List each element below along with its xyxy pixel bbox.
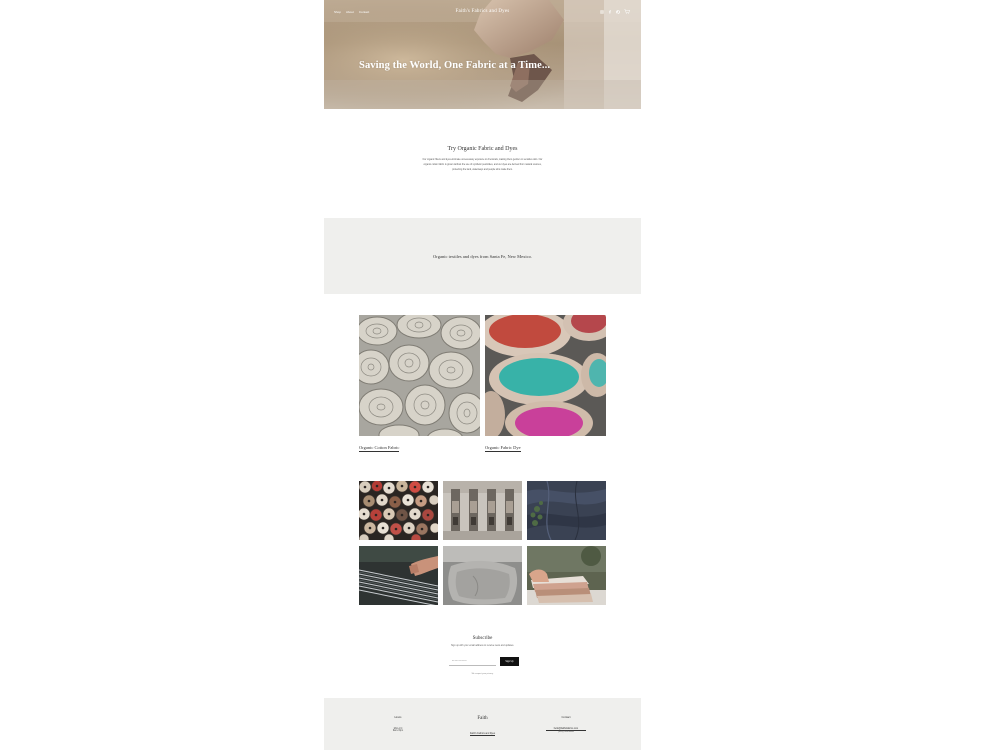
email-field[interactable] <box>449 657 496 666</box>
page: Shop About Contact Faith's Fabrics and D… <box>324 0 641 750</box>
subscribe-section: Subscribe Sign up with your email addres… <box>324 636 641 647</box>
intro-body: Our organic fibers and dyes eliminate un… <box>422 159 543 171</box>
gallery-image-pillow[interactable] <box>443 546 522 605</box>
gallery-image-looms[interactable] <box>443 481 522 540</box>
product-card-dye[interactable]: Organic Fabric Dye <box>485 315 606 454</box>
product-link-dye[interactable]: Organic Fabric Dye <box>485 445 521 452</box>
subscribe-description: Sign up with your email address to recei… <box>450 645 515 647</box>
product-card-cotton[interactable]: Organic Cotton Fabric <box>359 315 480 454</box>
gallery-image-indigo-fabric[interactable] <box>527 481 606 540</box>
subscribe-form: Sign Up <box>449 657 519 666</box>
cart-icon[interactable] <box>624 9 630 14</box>
location-band: Organic textiles and dyes from Santa Fe,… <box>324 218 641 294</box>
footer-brand-name: Faith <box>477 716 488 721</box>
hero-title: Saving the World, One Fabric at a Time..… <box>359 60 551 71</box>
footer-brand-link[interactable]: Faith's Fabrics and Dyes <box>469 733 496 736</box>
gallery-image-folded-fabric[interactable] <box>527 546 606 605</box>
sign-up-button[interactable]: Sign Up <box>500 657 519 666</box>
footer-brand: Faith Faith's Fabrics and Dyes <box>324 716 641 739</box>
intro-heading: Try Organic Fabric and Dyes <box>447 146 518 152</box>
instagram-icon[interactable] <box>600 9 604 14</box>
intro-section: Try Organic Fabric and Dyes Our organic … <box>324 146 641 172</box>
gallery-image-spools[interactable] <box>359 481 438 540</box>
product-image-cotton[interactable] <box>359 315 480 436</box>
subscribe-title: Subscribe <box>472 636 493 641</box>
hero-banner: Shop About Contact Faith's Fabrics and D… <box>324 0 641 109</box>
social-icons <box>600 9 630 14</box>
footer-phone: (505) 555-0000 <box>558 731 574 733</box>
pinterest-icon[interactable] <box>616 9 620 14</box>
footer-contact: Contact hello@faithsfabrics.com (505) 55… <box>546 716 586 733</box>
facebook-icon[interactable] <box>608 9 612 14</box>
product-image-dye[interactable] <box>485 315 606 436</box>
product-link-cotton[interactable]: Organic Cotton Fabric <box>359 445 400 452</box>
footer-contact-title: Contact <box>561 716 571 719</box>
hero-image <box>324 0 641 109</box>
privacy-note: We respect your privacy. <box>471 673 494 675</box>
site-title[interactable]: Faith's Fabrics and Dyes <box>324 9 641 14</box>
band-text: Organic textiles and dyes from Santa Fe,… <box>433 253 532 259</box>
gallery-image-knitting[interactable] <box>359 546 438 605</box>
